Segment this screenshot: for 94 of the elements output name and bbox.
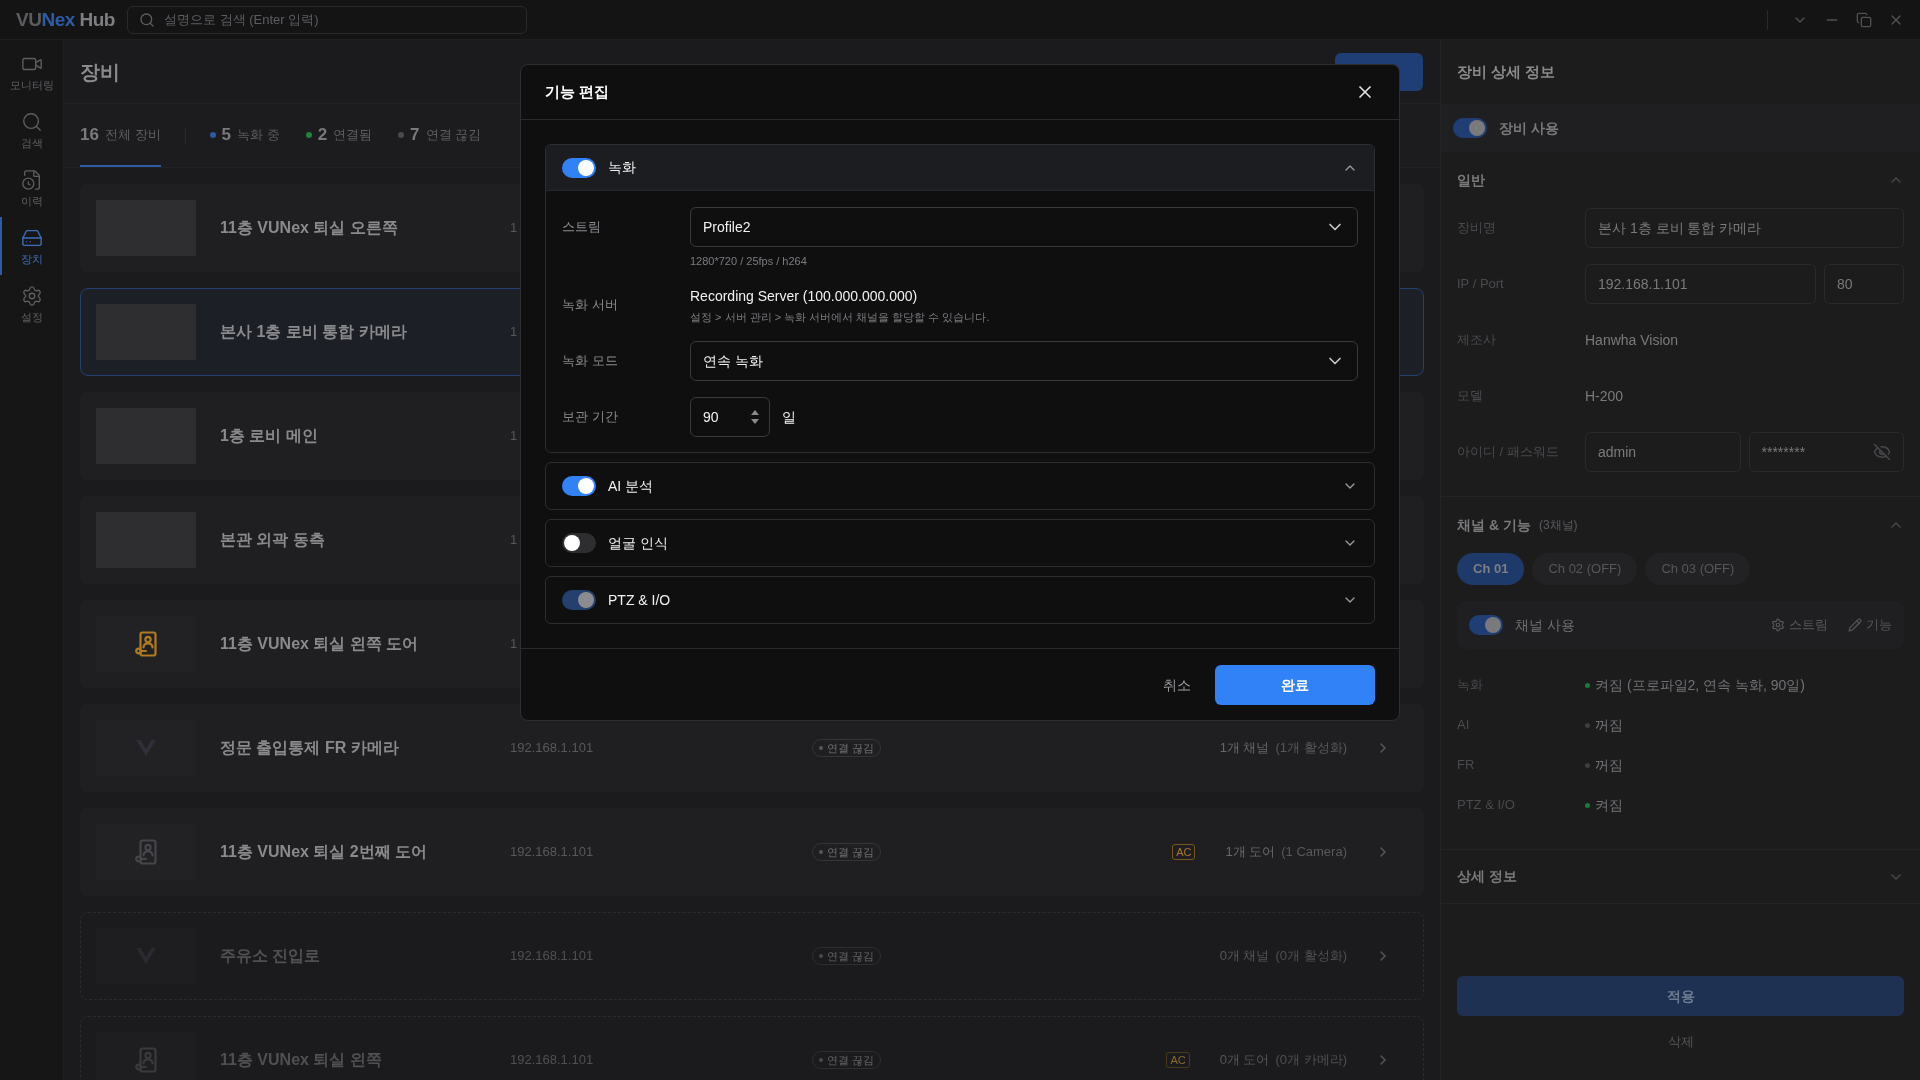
status-label: 연결 끊김 xyxy=(827,950,875,962)
field-value: 켜짐 xyxy=(1595,795,1623,815)
status-label: 연결 끊김 xyxy=(827,1054,875,1066)
select-field[interactable]: Profile2 xyxy=(690,207,1358,247)
field-value: 꺼짐 xyxy=(1595,715,1623,735)
device-name: 11층 VUNex 퇴실 2번째 도어 xyxy=(220,842,429,862)
panel-title: 장비 상세 정보 xyxy=(1457,61,1556,82)
field-label: 스트림 xyxy=(562,218,602,237)
device-card[interactable]: 11층 VUNex 퇴실 2번째 도어 192.168.1.101 연결 끊김 AC 1개 도어 (1 Camera) xyxy=(80,808,1424,896)
gear-icon xyxy=(1771,618,1785,632)
nav-item[interactable]: 검색 xyxy=(0,101,63,159)
ip-address: 1 xyxy=(510,531,518,550)
text-field[interactable]: 본사 1층 로비 통합 카메라 xyxy=(1585,208,1904,248)
field-label: 보관 기간 xyxy=(562,408,619,427)
confirm-button[interactable]: 완료 xyxy=(1215,665,1375,705)
search-icon xyxy=(139,11,155,28)
nav-item[interactable]: 이력 xyxy=(0,159,63,217)
device-name: 본사 1층 로비 통합 카메라 xyxy=(220,322,408,342)
section-title: 채널 & 기능 xyxy=(1457,515,1531,535)
pencil-icon xyxy=(1848,618,1862,632)
channel-detail: (1개 활성화) xyxy=(1275,739,1347,758)
toggle-switch[interactable] xyxy=(1469,615,1503,635)
ip-address: 1 xyxy=(510,323,518,342)
channel-count: 0개 채널 xyxy=(1219,947,1270,966)
stream-settings-button[interactable]: 스트림 xyxy=(1771,615,1828,635)
filter-tab[interactable]: 5 녹화 중 xyxy=(209,104,280,167)
filter-tab[interactable]: 2 연결됨 xyxy=(305,104,373,167)
filter-tab[interactable]: 16 전체 장비 xyxy=(80,104,161,167)
nav-item[interactable]: 장치 xyxy=(0,217,63,275)
channel-count: 1개 도어 xyxy=(1225,843,1276,862)
filter-tab[interactable]: 7 연결 끊김 xyxy=(398,104,482,167)
device-name: 정문 출입통제 FR 카메라 xyxy=(220,738,400,758)
apply-button[interactable]: 적용 xyxy=(1457,976,1904,1016)
channel-count: 1개 채널 xyxy=(1219,739,1270,758)
delete-button[interactable]: 삭제 xyxy=(1667,1030,1694,1054)
select-field[interactable]: 연속 녹화 xyxy=(690,341,1358,381)
field-value: 꺼짐 xyxy=(1595,755,1623,775)
ip-address: 1 xyxy=(510,219,518,238)
channel-total: (3채널) xyxy=(1538,517,1578,534)
password-field[interactable]: ******** xyxy=(1748,432,1904,472)
ip-address: 1 xyxy=(510,635,518,654)
ip-address: 192.168.1.101 xyxy=(510,843,594,862)
toggle-switch[interactable] xyxy=(562,476,596,496)
ip-address: 192.168.1.101 xyxy=(510,739,594,758)
cancel-button[interactable]: 취소 xyxy=(1151,665,1203,705)
app-logo: VUNex Hub xyxy=(16,10,115,29)
text-field[interactable]: 80 xyxy=(1824,264,1904,304)
text-field[interactable]: admin xyxy=(1585,432,1741,472)
field-value: 켜짐 (프로파일2, 연속 녹화, 90일) xyxy=(1595,675,1806,695)
stepper-icon xyxy=(751,410,759,424)
toggle-switch[interactable] xyxy=(1453,118,1487,138)
field-hint: 1280*720 / 25fps / h264 xyxy=(690,254,808,269)
toggle-label: 채널 사용 xyxy=(1515,615,1575,635)
type-tag: AC xyxy=(1166,1052,1190,1068)
field-value: Recording Server (100.000.000.000) xyxy=(690,287,919,306)
status-label: 연결 끊김 xyxy=(827,846,875,858)
toggle-label: 장비 사용 xyxy=(1499,118,1559,138)
unit-label: 일 xyxy=(782,407,796,427)
nav-item[interactable]: 설정 xyxy=(0,275,63,333)
section-title: AI 분석 xyxy=(608,476,654,496)
text-field[interactable]: 192.168.1.101 xyxy=(1585,264,1816,304)
number-field[interactable]: 90 xyxy=(690,397,770,437)
field-value: H-200 xyxy=(1585,386,1624,406)
field-hint: 설정 > 서버 관리 > 녹화 서버에서 채널을 할당할 수 있습니다. xyxy=(690,310,991,325)
eye-off-icon[interactable] xyxy=(1873,443,1891,461)
channel-detail: (1 Camera) xyxy=(1281,843,1347,862)
hard-drive-icon xyxy=(20,227,43,249)
toggle-switch[interactable] xyxy=(562,157,596,178)
page-title: 장비 xyxy=(80,59,120,85)
section-title: 상세 정보 xyxy=(1457,867,1517,886)
ip-address: 1 xyxy=(510,427,518,446)
device-name: 11층 VUNex 퇴실 오른쪽 xyxy=(220,218,399,238)
device-name: 1층 로비 메인 xyxy=(220,426,319,446)
nav-item[interactable]: 모니터링 xyxy=(0,43,63,101)
field-label: 녹화 서버 xyxy=(562,296,619,315)
channel-tab[interactable]: Ch 01 xyxy=(1457,553,1525,585)
field-value: Hanwha Vision xyxy=(1585,330,1679,350)
channel-count: 0개 도어 xyxy=(1219,1051,1270,1070)
type-tag: AC xyxy=(1172,844,1196,860)
settings-icon xyxy=(20,285,43,307)
toggle-switch[interactable] xyxy=(562,533,596,553)
device-name: 11층 VUNex 퇴실 왼쪽 도어 xyxy=(220,634,420,654)
dialog-title: 기능 편집 xyxy=(545,81,610,102)
status-label: 연결 끊김 xyxy=(827,742,875,754)
device-name: 본관 외곽 동측 xyxy=(220,530,326,550)
file-clock-icon xyxy=(20,169,43,191)
section-title: 얼굴 인식 xyxy=(608,533,668,553)
field-label: 녹화 모드 xyxy=(562,352,619,371)
search-icon xyxy=(20,111,43,133)
section-title: PTZ & I/O xyxy=(608,590,671,610)
restore-icon[interactable] xyxy=(1856,11,1872,28)
section-title: 일반 xyxy=(1457,170,1485,190)
search-field[interactable]: 설명으로 검색 (Enter 입력) xyxy=(127,5,527,34)
section-title: 녹화 xyxy=(608,158,636,177)
